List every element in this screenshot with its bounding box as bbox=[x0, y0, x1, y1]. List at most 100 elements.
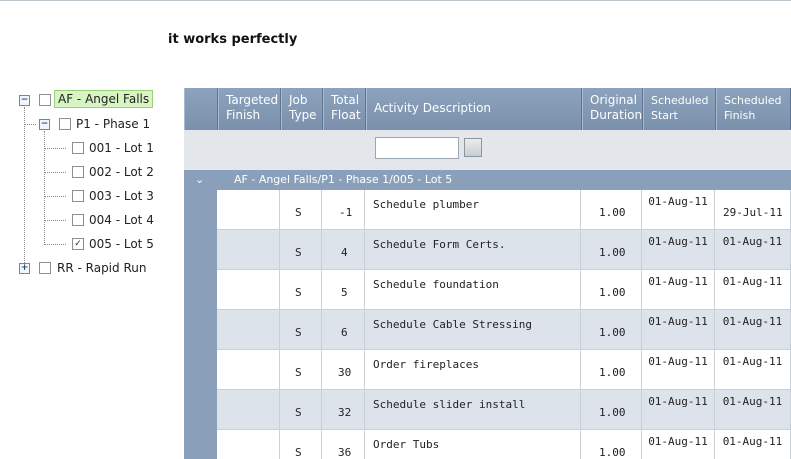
cell-activity: Schedule Form Certs. bbox=[365, 230, 581, 270]
tree-checkbox-phase1[interactable] bbox=[59, 118, 71, 130]
cell-activity: Schedule foundation bbox=[365, 270, 581, 310]
cell-finish: 01-Aug-11 bbox=[715, 310, 791, 350]
chevron-down-icon[interactable]: ⌄ bbox=[195, 170, 204, 190]
cell-finish: 29-Jul-11 bbox=[715, 190, 791, 230]
cell-duration: 1.00 bbox=[581, 310, 642, 350]
table-row[interactable]: S 36 Order Tubs 1.00 01-Aug-11 01-Aug-11 bbox=[217, 430, 791, 459]
tree-checkbox-lot3[interactable] bbox=[72, 190, 84, 202]
col-total-float[interactable]: Total Float bbox=[323, 88, 366, 130]
table-row[interactable]: S 6 Schedule Cable Stressing 1.00 01-Aug… bbox=[217, 310, 791, 350]
collapse-icon[interactable]: − bbox=[19, 95, 30, 106]
tree-checkbox-lot2[interactable] bbox=[72, 166, 84, 178]
cell-job-type: S bbox=[280, 190, 322, 230]
cell-activity: Schedule slider install bbox=[365, 390, 581, 430]
cell-targeted-finish bbox=[217, 310, 280, 350]
cell-total-float: 4 bbox=[322, 230, 365, 270]
col-activity-description[interactable]: Activity Description bbox=[366, 88, 582, 130]
group-header[interactable]: ⌄ AF - Angel Falls/P1 - Phase 1/005 - Lo… bbox=[184, 170, 791, 190]
group-indent-band bbox=[184, 190, 217, 459]
cell-targeted-finish bbox=[217, 190, 280, 230]
cell-start: 01-Aug-11 bbox=[642, 270, 715, 310]
tree-node-lot4[interactable]: 004 - Lot 4 bbox=[89, 213, 154, 227]
table-row[interactable]: S 5 Schedule foundation 1.00 01-Aug-11 0… bbox=[217, 270, 791, 310]
filter-row bbox=[184, 130, 791, 171]
cell-duration: 1.00 bbox=[581, 350, 642, 390]
table-row[interactable]: S 32 Schedule slider install 1.00 01-Aug… bbox=[217, 390, 791, 430]
project-tree: − AF - Angel Falls − P1 - Phase 1 001 - … bbox=[0, 0, 180, 459]
cell-targeted-finish bbox=[217, 350, 280, 390]
tree-checkbox-af[interactable] bbox=[39, 94, 51, 106]
cell-duration: 1.00 bbox=[581, 190, 642, 230]
cell-start: 01-Aug-11 bbox=[642, 430, 715, 459]
grid-header: Targeted Finish Job Type Total Float Act… bbox=[184, 88, 791, 130]
cell-job-type: S bbox=[280, 430, 322, 459]
col-scheduled-finish[interactable]: Scheduled Finish bbox=[716, 88, 791, 130]
cell-duration: 1.00 bbox=[581, 230, 642, 270]
col-targeted-finish[interactable]: Targeted Finish bbox=[218, 88, 281, 130]
cell-start: 01-Aug-11 bbox=[642, 350, 715, 390]
tree-node-lot3[interactable]: 003 - Lot 3 bbox=[89, 189, 154, 203]
cell-activity: Order fireplaces bbox=[365, 350, 581, 390]
tree-node-phase1[interactable]: P1 - Phase 1 bbox=[76, 117, 150, 131]
tree-checkbox-lot1[interactable] bbox=[72, 142, 84, 154]
cell-job-type: S bbox=[280, 310, 322, 350]
cell-total-float: -1 bbox=[322, 190, 365, 230]
grid-rows: S -1 Schedule plumber 1.00 01-Aug-11 29-… bbox=[217, 190, 791, 459]
cell-activity: Schedule plumber bbox=[365, 190, 581, 230]
table-row[interactable]: S 30 Order fireplaces 1.00 01-Aug-11 01-… bbox=[217, 350, 791, 390]
header-spacer bbox=[184, 88, 218, 130]
tree-connector bbox=[44, 148, 66, 149]
cell-start: 01-Aug-11 bbox=[642, 390, 715, 430]
cell-duration: 1.00 bbox=[581, 270, 642, 310]
cell-start: 01-Aug-11 bbox=[642, 230, 715, 270]
cell-job-type: S bbox=[280, 350, 322, 390]
cell-duration: 1.00 bbox=[581, 390, 642, 430]
tree-node-lot5[interactable]: 005 - Lot 5 bbox=[89, 237, 154, 251]
cell-finish: 01-Aug-11 bbox=[715, 350, 791, 390]
tree-connector bbox=[24, 107, 25, 267]
expand-icon[interactable]: + bbox=[19, 263, 30, 274]
group-label: AF - Angel Falls/P1 - Phase 1/005 - Lot … bbox=[234, 173, 453, 186]
cell-total-float: 5 bbox=[322, 270, 365, 310]
activity-grid: Targeted Finish Job Type Total Float Act… bbox=[184, 88, 791, 459]
tree-checkbox-lot5[interactable]: ✓ bbox=[72, 238, 84, 250]
col-job-type[interactable]: Job Type bbox=[281, 88, 323, 130]
tree-connector bbox=[24, 124, 36, 125]
col-original-duration[interactable]: Original Duration bbox=[582, 88, 643, 130]
tree-checkbox-rr[interactable] bbox=[39, 262, 51, 274]
cell-total-float: 30 bbox=[322, 350, 365, 390]
cell-job-type: S bbox=[280, 390, 322, 430]
cell-total-float: 36 bbox=[322, 430, 365, 459]
cell-job-type: S bbox=[280, 230, 322, 270]
tree-connector bbox=[44, 244, 66, 245]
cell-start: 01-Aug-11 bbox=[642, 190, 715, 230]
cell-total-float: 6 bbox=[322, 310, 365, 350]
tree-connector bbox=[44, 172, 66, 173]
cell-finish: 01-Aug-11 bbox=[715, 230, 791, 270]
cell-targeted-finish bbox=[217, 430, 280, 459]
tree-connector bbox=[44, 196, 66, 197]
cell-job-type: S bbox=[280, 270, 322, 310]
cell-targeted-finish bbox=[217, 230, 280, 270]
cell-finish: 01-Aug-11 bbox=[715, 430, 791, 459]
tree-node-rapid-run[interactable]: RR - Rapid Run bbox=[57, 261, 146, 275]
cell-finish: 01-Aug-11 bbox=[715, 270, 791, 310]
filter-input[interactable] bbox=[375, 137, 459, 159]
cell-targeted-finish bbox=[217, 390, 280, 430]
collapse-icon[interactable]: − bbox=[39, 119, 50, 130]
tree-checkbox-lot4[interactable] bbox=[72, 214, 84, 226]
cell-total-float: 32 bbox=[322, 390, 365, 430]
cell-start: 01-Aug-11 bbox=[642, 310, 715, 350]
col-scheduled-start[interactable]: Scheduled Start bbox=[643, 88, 716, 130]
cell-activity: Order Tubs bbox=[365, 430, 581, 459]
tree-node-angel-falls[interactable]: AF - Angel Falls bbox=[54, 90, 154, 108]
tree-node-lot1[interactable]: 001 - Lot 1 bbox=[89, 141, 154, 155]
page-heading: it works perfectly bbox=[168, 32, 298, 47]
cell-targeted-finish bbox=[217, 270, 280, 310]
table-row[interactable]: S 4 Schedule Form Certs. 1.00 01-Aug-11 … bbox=[217, 230, 791, 270]
filter-button[interactable] bbox=[464, 138, 482, 157]
table-row[interactable]: S -1 Schedule plumber 1.00 01-Aug-11 29-… bbox=[217, 190, 791, 230]
cell-duration: 1.00 bbox=[581, 430, 642, 459]
cell-activity: Schedule Cable Stressing bbox=[365, 310, 581, 350]
tree-node-lot2[interactable]: 002 - Lot 2 bbox=[89, 165, 154, 179]
